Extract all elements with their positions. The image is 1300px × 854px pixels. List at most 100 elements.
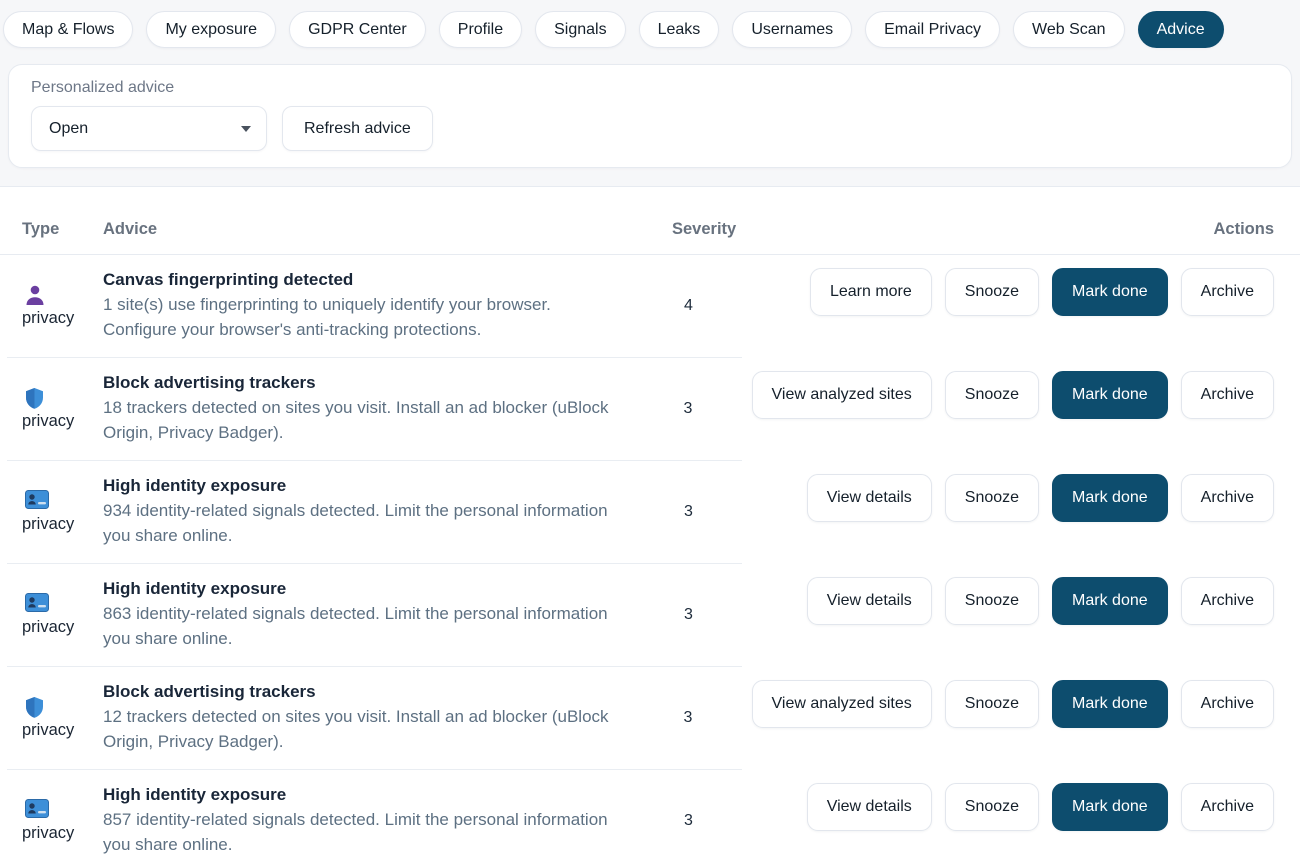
- tab-leaks[interactable]: Leaks: [639, 11, 720, 48]
- advice-description: 934 identity-related signals detected. L…: [103, 499, 623, 548]
- type-label: privacy: [22, 824, 103, 843]
- snooze-button[interactable]: Snooze: [945, 474, 1039, 522]
- advice-description: 18 trackers detected on sites you visit.…: [103, 396, 623, 445]
- severity-value: 4: [672, 269, 742, 343]
- advice-cell: High identity exposure 857 identity-rela…: [103, 784, 672, 854]
- archive-button[interactable]: Archive: [1181, 577, 1274, 625]
- type-label: privacy: [22, 618, 103, 637]
- tab-advice[interactable]: Advice: [1138, 11, 1224, 48]
- refresh-advice-button[interactable]: Refresh advice: [282, 106, 433, 151]
- tab-email-privacy[interactable]: Email Privacy: [865, 11, 1000, 48]
- severity-value: 3: [672, 475, 742, 549]
- archive-button[interactable]: Archive: [1181, 268, 1274, 316]
- actions-cell: View analyzed sites Snooze Mark done Arc…: [742, 667, 1300, 770]
- type-cell: privacy: [22, 784, 103, 854]
- mark-done-button[interactable]: Mark done: [1052, 474, 1168, 522]
- advice-row: privacy High identity exposure 934 ident…: [0, 461, 1300, 564]
- type-cell: privacy: [22, 681, 103, 755]
- mark-done-button[interactable]: Mark done: [1052, 680, 1168, 728]
- advice-description: 863 identity-related signals detected. L…: [103, 602, 623, 651]
- type-label: privacy: [22, 515, 103, 534]
- advice-cell: High identity exposure 934 identity-rela…: [103, 475, 672, 549]
- personalized-advice-card: Personalized advice Open Refresh advice: [8, 64, 1292, 168]
- advice-table: Type Advice Severity Actions privacy Can…: [0, 186, 1300, 854]
- top-tab-bar: Map & Flows My exposure GDPR Center Prof…: [0, 0, 1300, 48]
- view-analyzed-sites-button[interactable]: View analyzed sites: [752, 371, 932, 419]
- type-cell: privacy: [22, 475, 103, 549]
- snooze-button[interactable]: Snooze: [945, 371, 1039, 419]
- advice-title: Canvas fingerprinting detected: [103, 270, 672, 290]
- id-card-icon: [25, 593, 103, 615]
- severity-value: 3: [672, 681, 742, 755]
- tab-usernames[interactable]: Usernames: [732, 11, 852, 48]
- view-details-button[interactable]: View details: [807, 474, 932, 522]
- actions-cell: View details Snooze Mark done Archive: [797, 770, 1300, 854]
- snooze-button[interactable]: Snooze: [945, 783, 1039, 831]
- personalized-advice-label: Personalized advice: [31, 79, 1277, 97]
- advice-table-header: Type Advice Severity Actions: [0, 187, 1300, 255]
- archive-button[interactable]: Archive: [1181, 680, 1274, 728]
- learn-more-button[interactable]: Learn more: [810, 268, 932, 316]
- view-details-button[interactable]: View details: [807, 783, 932, 831]
- severity-value: 3: [672, 784, 742, 854]
- tab-profile[interactable]: Profile: [439, 11, 522, 48]
- advice-title: High identity exposure: [103, 785, 672, 805]
- advice-title: Block advertising trackers: [103, 373, 672, 393]
- type-cell: privacy: [22, 578, 103, 652]
- mark-done-button[interactable]: Mark done: [1052, 268, 1168, 316]
- actions-cell: View details Snooze Mark done Archive: [797, 461, 1300, 564]
- tab-map-flows[interactable]: Map & Flows: [3, 11, 133, 48]
- advice-row: privacy Block advertising trackers 12 tr…: [0, 667, 1300, 770]
- view-analyzed-sites-button[interactable]: View analyzed sites: [752, 680, 932, 728]
- severity-value: 3: [672, 578, 742, 652]
- mark-done-button[interactable]: Mark done: [1052, 783, 1168, 831]
- severity-value: 3: [672, 372, 742, 446]
- shield-icon: [25, 387, 103, 409]
- advice-cell: Block advertising trackers 18 trackers d…: [103, 372, 672, 446]
- actions-cell: View details Snooze Mark done Archive: [797, 564, 1300, 667]
- advice-row: privacy Block advertising trackers 18 tr…: [0, 358, 1300, 461]
- column-header-advice: Advice: [103, 220, 672, 239]
- advice-title: High identity exposure: [103, 476, 672, 496]
- advice-row: privacy High identity exposure 857 ident…: [0, 770, 1300, 854]
- type-label: privacy: [22, 309, 103, 328]
- type-label: privacy: [22, 412, 103, 431]
- advice-description: 857 identity-related signals detected. L…: [103, 808, 623, 854]
- column-header-type: Type: [22, 220, 103, 239]
- actions-cell: Learn more Snooze Mark done Archive: [800, 255, 1300, 358]
- advice-cell: Block advertising trackers 12 trackers d…: [103, 681, 672, 755]
- advice-row: privacy Canvas fingerprinting detected 1…: [0, 255, 1300, 358]
- id-card-icon: [25, 799, 103, 821]
- person-icon: [25, 284, 103, 306]
- tab-gdpr-center[interactable]: GDPR Center: [289, 11, 426, 48]
- advice-title: Block advertising trackers: [103, 682, 672, 702]
- view-details-button[interactable]: View details: [807, 577, 932, 625]
- type-cell: privacy: [22, 269, 103, 343]
- actions-cell: View analyzed sites Snooze Mark done Arc…: [742, 358, 1300, 461]
- snooze-button[interactable]: Snooze: [945, 268, 1039, 316]
- id-card-icon: [25, 490, 103, 512]
- status-filter-dropdown[interactable]: Open: [31, 106, 267, 151]
- tab-web-scan[interactable]: Web Scan: [1013, 11, 1125, 48]
- column-header-actions: Actions: [1213, 220, 1274, 239]
- shield-icon: [25, 696, 103, 718]
- chevron-down-icon: [241, 126, 251, 132]
- advice-description: 1 site(s) use fingerprinting to uniquely…: [103, 293, 623, 342]
- tab-signals[interactable]: Signals: [535, 11, 625, 48]
- mark-done-button[interactable]: Mark done: [1052, 577, 1168, 625]
- status-filter-value: Open: [49, 120, 88, 138]
- column-header-severity: Severity: [672, 220, 742, 239]
- tab-my-exposure[interactable]: My exposure: [146, 11, 276, 48]
- advice-title: High identity exposure: [103, 579, 672, 599]
- advice-cell: High identity exposure 863 identity-rela…: [103, 578, 672, 652]
- advice-row: privacy High identity exposure 863 ident…: [0, 564, 1300, 667]
- advice-cell: Canvas fingerprinting detected 1 site(s)…: [103, 269, 672, 343]
- archive-button[interactable]: Archive: [1181, 474, 1274, 522]
- snooze-button[interactable]: Snooze: [945, 680, 1039, 728]
- snooze-button[interactable]: Snooze: [945, 577, 1039, 625]
- archive-button[interactable]: Archive: [1181, 783, 1274, 831]
- filter-controls: Open Refresh advice: [31, 106, 1277, 151]
- advice-description: 12 trackers detected on sites you visit.…: [103, 705, 623, 754]
- mark-done-button[interactable]: Mark done: [1052, 371, 1168, 419]
- archive-button[interactable]: Archive: [1181, 371, 1274, 419]
